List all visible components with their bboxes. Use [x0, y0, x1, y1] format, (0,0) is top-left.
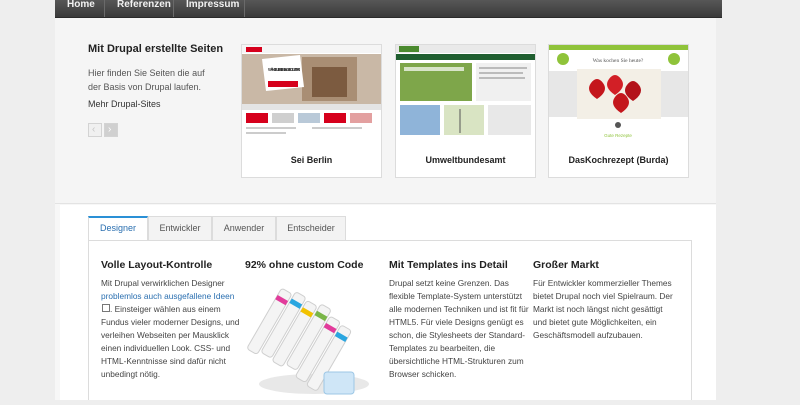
berlin-overlay-text: WÄHLT EUER LIEBLINGS-SOUVENIR! — [268, 67, 300, 72]
berlin-site-thumbnail: WÄHLT EUER LIEBLINGS-SOUVENIR! — [242, 45, 381, 141]
nav-impressum[interactable]: Impressum — [174, 0, 245, 17]
card-label: Sei Berlin — [290, 155, 333, 165]
carousel-next-button[interactable]: › — [104, 123, 118, 137]
showcase-card-berlin[interactable]: WÄHLT EUER LIEBLINGS-SOUVENIR! Sei Berli… — [241, 44, 382, 178]
market-text: Für Entwickler kommerzieller Themes biet… — [533, 278, 673, 340]
showcase-card-umweltbundesamt[interactable]: Umweltbundesamt — [395, 44, 536, 178]
tab-designer[interactable]: Designer — [88, 216, 148, 241]
tab-entwickler[interactable]: Entwickler — [148, 216, 212, 241]
card-label: DasKochrezept (Burda) — [568, 155, 669, 165]
no-custom-code-heading: 92% ohne custom Code — [245, 259, 364, 271]
layout-control-text: Mit Drupal verwirklichen Designer proble… — [101, 277, 241, 381]
showcase-card-daskochrezept[interactable]: Was kochen Sie heute? Gute Rezepte DasKo… — [548, 44, 689, 178]
daskochrezept-site-thumbnail: Was kochen Sie heute? Gute Rezepte — [549, 45, 688, 141]
showcase-title: Mit Drupal erstellte Seiten — [88, 43, 224, 55]
umweltbundesamt-site-thumbnail — [396, 45, 535, 141]
more-drupal-sites-link[interactable]: Mehr Drupal-Sites — [88, 99, 161, 109]
card-label: Umweltbundesamt — [425, 155, 506, 165]
carousel-prev-button[interactable]: ‹ — [88, 123, 102, 137]
tab-anwender[interactable]: Anwender — [212, 216, 276, 241]
nav-home[interactable]: Home — [55, 0, 105, 17]
external-link-icon — [102, 304, 110, 312]
market-heading: Großer Markt — [533, 259, 599, 271]
kochrezept-footer-text: Gute Rezepte — [604, 133, 632, 138]
chevron-right-icon: › — [108, 124, 112, 135]
section-divider — [55, 203, 716, 204]
ausgefallene-ideen-link[interactable]: problemlos auch ausgefallene Ideen — [101, 291, 234, 301]
layout-control-heading: Volle Layout-Kontrolle — [101, 259, 213, 271]
nav-referenzen[interactable]: Referenzen — [105, 0, 174, 17]
markers-illustration — [244, 284, 372, 400]
tab-entscheider[interactable]: Entscheider — [276, 216, 346, 241]
kochrezept-header-text: Was kochen Sie heute? — [593, 58, 644, 64]
showcase-description: Hier finden Sie Seiten die auf der Basis… — [88, 68, 205, 92]
templates-text: Drupal setzt keine Grenzen. Das flexible… — [389, 278, 529, 379]
layout-text-intro: Mit Drupal verwirklichen Designer — [101, 278, 225, 288]
layout-text-rest: . Einsteiger wählen aus einem Fundus vie… — [101, 304, 240, 379]
chevron-left-icon: ‹ — [92, 124, 96, 135]
top-navigation: Home Referenzen Impressum — [55, 0, 722, 18]
templates-heading: Mit Templates ins Detail — [389, 259, 508, 271]
